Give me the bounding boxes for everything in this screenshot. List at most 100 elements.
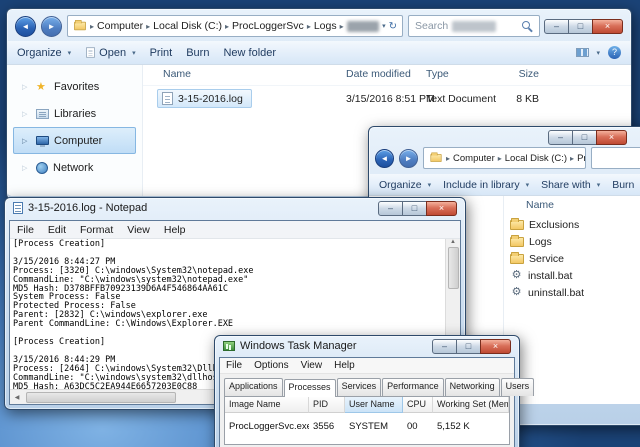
search-box[interactable]: Search xyxy=(408,15,540,37)
search-box[interactable] xyxy=(591,147,640,169)
change-view-button[interactable]: ▾ xyxy=(575,47,600,58)
menu-item-view[interactable]: View xyxy=(295,360,329,371)
maximize-button[interactable]: □ xyxy=(402,201,427,216)
share-with-button[interactable]: Share with▾ xyxy=(541,179,600,191)
menu-item-options[interactable]: Options xyxy=(248,360,294,371)
organize-button[interactable]: Organize▾ xyxy=(17,47,71,59)
list-item-uninstall-bat[interactable]: uninstall.bat xyxy=(504,284,640,301)
new-folder-button[interactable]: New folder xyxy=(223,47,276,59)
organize-button[interactable]: Organize▾ xyxy=(379,179,431,191)
forward-button[interactable]: ► xyxy=(41,16,62,37)
column-header-image-name[interactable]: Image Name xyxy=(225,397,309,413)
address-dropdown-icon[interactable]: ▾ xyxy=(382,22,386,30)
selected-file[interactable]: 3-15-2016.log xyxy=(157,89,252,108)
breadcrumb-arrow-icon[interactable]: ▸ xyxy=(570,154,574,163)
list-item-service[interactable]: Service xyxy=(504,250,640,267)
scroll-up-icon[interactable]: ▲ xyxy=(450,239,456,245)
breadcrumb-item-local-disk[interactable]: Local Disk (C:) xyxy=(505,153,567,164)
maximize-button[interactable]: □ xyxy=(456,339,481,354)
column-header-working-set[interactable]: Working Set (Memory) xyxy=(433,397,509,413)
menu-item-help[interactable]: Help xyxy=(157,224,193,236)
sidebar-item-libraries[interactable]: ▷ Libraries xyxy=(13,100,136,127)
column-header-date-modified[interactable]: Date modified xyxy=(346,68,411,80)
back-button[interactable]: ◄ xyxy=(375,149,394,168)
breadcrumb-item-procloggersvc[interactable]: ProcLoggerSvc xyxy=(232,20,304,32)
breadcrumb-arrow-icon[interactable]: ▸ xyxy=(340,22,344,31)
refresh-icon[interactable]: ↻ xyxy=(389,21,397,32)
menu-item-file[interactable]: File xyxy=(220,360,248,371)
menu-item-view[interactable]: View xyxy=(120,224,157,236)
column-header-user-name[interactable]: User Name xyxy=(345,397,403,413)
redacted-search-text xyxy=(452,21,496,32)
breadcrumb-arrow-icon[interactable]: ▸ xyxy=(498,154,502,163)
process-user-name: SYSTEM xyxy=(345,421,403,432)
breadcrumb-item-procloggersvc[interactable]: ProcLoggerSvc xyxy=(577,153,586,164)
folder-icon xyxy=(510,237,524,247)
maximize-button[interactable]: □ xyxy=(568,19,593,34)
breadcrumb-item-local-disk[interactable]: Local Disk (C:) xyxy=(153,20,222,32)
tab-services[interactable]: Services xyxy=(337,378,382,396)
breadcrumb-arrow-icon[interactable]: ▸ xyxy=(225,22,229,31)
help-icon[interactable]: ? xyxy=(608,46,621,59)
open-button[interactable]: Open▾ xyxy=(85,46,135,59)
breadcrumb-arrow-icon[interactable]: ▸ xyxy=(90,22,94,31)
address-bar[interactable]: ▸ Computer ▸ Local Disk (C:) ▸ ProcLogge… xyxy=(67,15,403,37)
column-header-cpu[interactable]: CPU xyxy=(403,397,433,413)
tab-performance[interactable]: Performance xyxy=(382,378,444,396)
close-button[interactable]: × xyxy=(480,339,511,354)
list-item-exclusions[interactable]: Exclusions xyxy=(504,216,640,233)
breadcrumb-item-logs[interactable]: Logs xyxy=(314,20,337,32)
close-button[interactable]: × xyxy=(426,201,457,216)
column-header-type[interactable]: Type xyxy=(426,68,449,80)
scrollbar-thumb[interactable] xyxy=(448,247,459,289)
tab-applications[interactable]: Applications xyxy=(224,378,283,396)
breadcrumb-item-computer[interactable]: Computer xyxy=(453,153,495,164)
menu-item-edit[interactable]: Edit xyxy=(41,224,73,236)
close-button[interactable]: × xyxy=(596,130,627,145)
list-item-logs[interactable]: Logs xyxy=(504,233,640,250)
breadcrumb-arrow-icon[interactable]: ▸ xyxy=(446,154,450,163)
minimize-button[interactable]: – xyxy=(544,19,569,34)
minimize-button[interactable]: – xyxy=(432,339,457,354)
print-button[interactable]: Print xyxy=(150,47,173,59)
menu-item-help[interactable]: Help xyxy=(328,360,361,371)
scroll-left-icon[interactable]: ◀ xyxy=(10,394,24,401)
sidebar-item-computer[interactable]: ▷ Computer xyxy=(13,127,136,154)
header-divider xyxy=(143,85,631,86)
breadcrumb-arrow-icon[interactable]: ▸ xyxy=(146,22,150,31)
maximize-button[interactable]: □ xyxy=(572,130,597,145)
menu-item-file[interactable]: File xyxy=(10,224,41,236)
tab-networking[interactable]: Networking xyxy=(445,378,500,396)
list-item-install-bat[interactable]: install.bat xyxy=(504,267,640,284)
tab-users[interactable]: Users xyxy=(501,378,535,396)
breadcrumb-arrow-icon[interactable]: ▸ xyxy=(307,22,311,31)
expander-icon[interactable]: ▷ xyxy=(22,83,31,91)
sidebar-item-favorites[interactable]: ▷ Favorites xyxy=(13,73,136,100)
column-header-size[interactable]: Size xyxy=(501,68,539,80)
tab-processes[interactable]: Processes xyxy=(284,379,336,397)
forward-button[interactable]: ► xyxy=(399,149,418,168)
close-button[interactable]: × xyxy=(592,19,623,34)
burn-button[interactable]: Burn xyxy=(186,47,209,59)
expander-icon[interactable]: ▷ xyxy=(22,110,31,118)
expander-icon[interactable]: ▷ xyxy=(22,137,31,145)
column-header-name[interactable]: Name xyxy=(163,68,191,80)
menu-item-format[interactable]: Format xyxy=(73,224,120,236)
search-icon[interactable] xyxy=(522,21,533,32)
minimize-button[interactable]: – xyxy=(378,201,403,216)
item-name: uninstall.bat xyxy=(528,287,584,299)
column-header-name[interactable]: Name xyxy=(526,199,554,211)
back-button[interactable]: ◄ xyxy=(15,16,36,37)
file-row[interactable]: 3-15-2016.log 3/15/2016 8:51 PM Text Doc… xyxy=(143,89,631,109)
breadcrumb-item-computer[interactable]: Computer xyxy=(97,20,143,32)
minimize-button[interactable]: – xyxy=(548,130,573,145)
include-in-library-button[interactable]: Include in library▾ xyxy=(443,179,529,191)
process-row[interactable]: ProcLoggerSvc.exe 3556 SYSTEM 00 5,152 K xyxy=(225,413,509,432)
address-bar[interactable]: ▸ Computer ▸ Local Disk (C:) ▸ ProcLogge… xyxy=(423,147,586,169)
scrollbar-thumb[interactable] xyxy=(26,392,176,403)
column-header-pid[interactable]: PID xyxy=(309,397,345,413)
process-image-name: ProcLoggerSvc.exe xyxy=(225,421,309,432)
burn-button[interactable]: Burn xyxy=(612,179,634,191)
sidebar-item-network[interactable]: ▷ Network xyxy=(13,154,136,181)
expander-icon[interactable]: ▷ xyxy=(22,164,31,172)
